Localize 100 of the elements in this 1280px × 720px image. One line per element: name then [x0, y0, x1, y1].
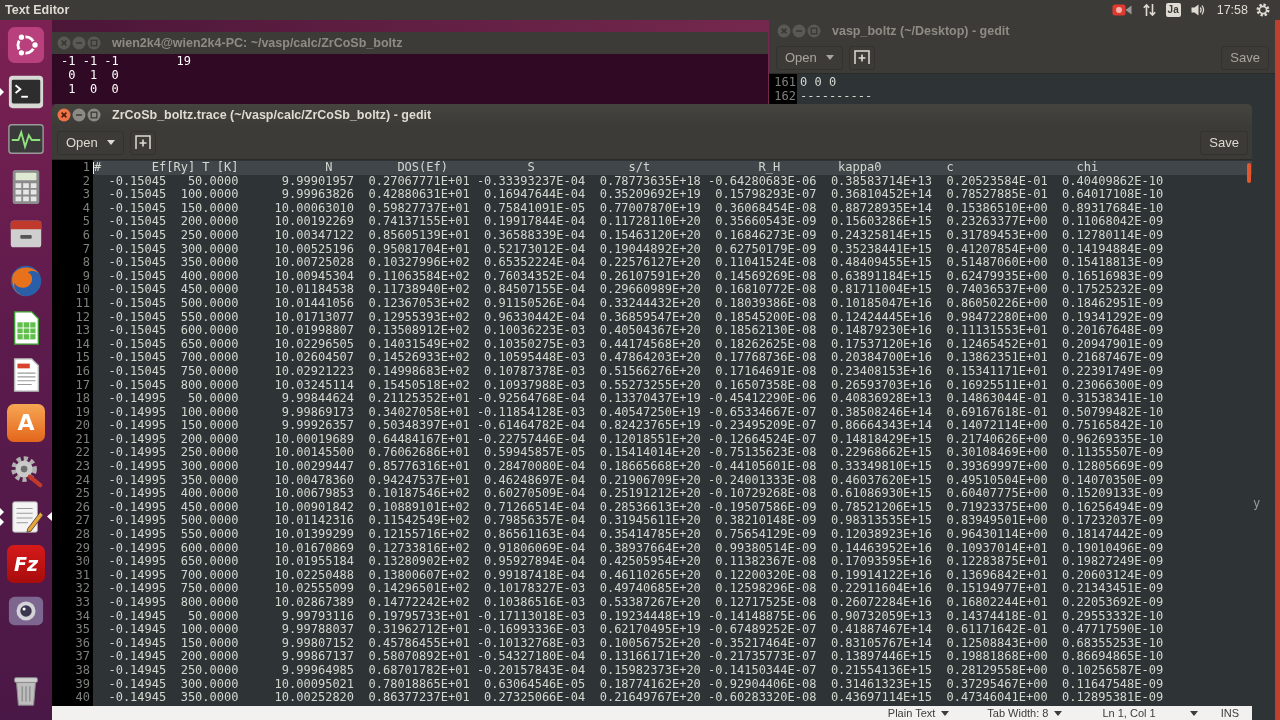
data-value: 0.19795733E+01 [368, 608, 470, 623]
data-value: 0.19914122E+16 [830, 567, 933, 582]
ring-logo-icon[interactable] [7, 26, 45, 64]
new-tab-button[interactable] [129, 130, 156, 155]
data-value: 0.20947901E-09 [1062, 336, 1164, 351]
data-value: -0.14995 [108, 567, 167, 582]
app-menu-title[interactable]: Text Editor [5, 3, 70, 17]
data-value: 0.38210148E-09 [715, 513, 817, 528]
gear-icon[interactable] [1256, 3, 1270, 17]
app-tile-button[interactable]: Fz [7, 545, 45, 584]
data-value: -0.15045 [108, 173, 167, 188]
data-value: -0.35217464E-07 [708, 635, 817, 650]
scrollbar-thumb[interactable] [1247, 163, 1251, 183]
data-value: 300.0000 [180, 241, 239, 256]
data-value: -0.14150344E-07 [708, 662, 817, 677]
data-value: 250.0000 [180, 445, 239, 460]
keyboard-layout-indicator[interactable]: Ja [1165, 3, 1181, 17]
terminal-body[interactable]: -1 -1 -1 19 0 1 0 1 0 0 [52, 54, 768, 104]
data-value: 0.40836928E+13 [830, 391, 933, 406]
new-tab-button[interactable] [848, 45, 875, 70]
data-value: -0.14995 [108, 404, 167, 419]
line-number: 32 [75, 581, 90, 596]
data-value: 0.78773635E+18 [599, 173, 701, 188]
line-number: 27 [75, 513, 90, 528]
data-value: 0.49510504E+00 [946, 472, 1048, 487]
data-value: 0.51566276E+20 [599, 363, 701, 378]
line-number: 35 [75, 622, 90, 637]
line-number: 3 [82, 187, 90, 202]
data-value: 0.16802244E+01 [946, 595, 1048, 609]
data-value: 0.14818429E+15 [830, 431, 933, 446]
data-value: 0.12598296E-08 [715, 581, 817, 596]
data-value: 0.71266514E-04 [484, 499, 586, 514]
data-value: 10.00945304 [274, 268, 355, 283]
data-value: 50.0000 [187, 391, 239, 406]
video-camera-icon[interactable] [1111, 3, 1132, 17]
data-value: 0.10350275E-03 [484, 336, 586, 351]
data-value: 0.19044892E+20 [599, 241, 701, 256]
column-label: S [527, 160, 535, 174]
open-button[interactable]: Open [776, 45, 843, 70]
cursor-position-dropdown[interactable]: Ln 1, Col 1 [1102, 706, 1198, 720]
data-value: 0.22911604E+16 [830, 581, 933, 596]
data-value: 0.95081704E+01 [368, 241, 470, 256]
data-value: 0.15798293E-07 [715, 187, 817, 202]
data-value: 0.16516983E-09 [1062, 268, 1164, 283]
data-value: 0.86694865E-10 [1062, 649, 1164, 664]
data-value: 500.0000 [180, 513, 239, 528]
data-value: 0.12717525E-08 [715, 595, 817, 609]
data-value: 10.02555099 [274, 581, 355, 596]
data-value: -0.44105601E-08 [708, 459, 817, 474]
data-value: 0.25191212E+20 [599, 486, 701, 501]
data-value: 0.14879230E+16 [830, 323, 933, 338]
data-value: 0.16846273E-09 [715, 227, 817, 242]
minimize-icon[interactable] [72, 108, 86, 122]
data-value: 0.74137155E+01 [368, 214, 470, 229]
line-number: 7 [82, 241, 90, 256]
data-value: -0.10729268E-08 [708, 486, 817, 501]
data-value: 0.17164691E-08 [715, 363, 817, 378]
open-button[interactable]: Open [57, 130, 124, 155]
maximize-icon[interactable] [87, 108, 101, 122]
data-value: -0.14945 [108, 608, 167, 623]
transfer-arrows-icon[interactable] [1142, 3, 1156, 17]
data-value: -0.15045 [108, 350, 167, 365]
data-value: -0.14995 [108, 595, 167, 609]
line-number: 23 [75, 459, 90, 474]
save-button[interactable]: Save [1200, 130, 1248, 155]
data-value: 0.35238441E+15 [830, 241, 933, 256]
data-value: 0.18562130E-08 [715, 323, 817, 338]
column-label: R_H [758, 160, 781, 174]
data-value: -0.60283320E-08 [708, 690, 817, 705]
column-label: N [325, 160, 333, 174]
data-value: 0.12780114E-09 [1062, 227, 1164, 242]
data-value: 0.99187418E-04 [484, 567, 586, 582]
data-value: 0.11728110E+20 [599, 214, 701, 229]
line-number: 39 [75, 676, 90, 691]
data-value: 0.12038923E+16 [830, 527, 933, 542]
data-value: 0.15386510E+00 [946, 200, 1048, 215]
clock-label[interactable]: 17:58 [1216, 3, 1248, 17]
save-button[interactable]: Save [1221, 45, 1269, 70]
data-value: 600.0000 [180, 323, 239, 338]
terminal-line: 0 1 0 [67, 68, 119, 82]
data-value: 0.17768736E-08 [715, 350, 817, 365]
data-value: 0.98472280E+00 [946, 309, 1048, 324]
data-value: -0.14945 [108, 649, 167, 664]
data-value: 9.99793116 [281, 608, 355, 623]
data-value: 0.12895381E-09 [1062, 690, 1164, 705]
data-value: 10.00252820 [274, 690, 355, 705]
data-value: 350.0000 [180, 472, 239, 487]
data-value: -0.14945 [108, 676, 167, 691]
speaker-icon[interactable] [1190, 3, 1205, 17]
data-value: 0.19881868E+00 [946, 649, 1048, 664]
data-value: 10.02921223 [274, 363, 355, 378]
data-value: 50.0000 [187, 608, 239, 623]
data-value: 10.00679853 [274, 486, 355, 501]
close-icon[interactable] [57, 108, 71, 122]
text-line: ---------- [800, 89, 873, 103]
editor-text-area[interactable] [93, 160, 1252, 706]
language-dropdown[interactable]: Plain Text [887, 706, 950, 720]
data-value: 0.31538341E-10 [1062, 391, 1164, 406]
tab-width-dropdown[interactable]: Tab Width: 8 [987, 706, 1063, 720]
data-value: 9.99963826 [281, 187, 355, 202]
